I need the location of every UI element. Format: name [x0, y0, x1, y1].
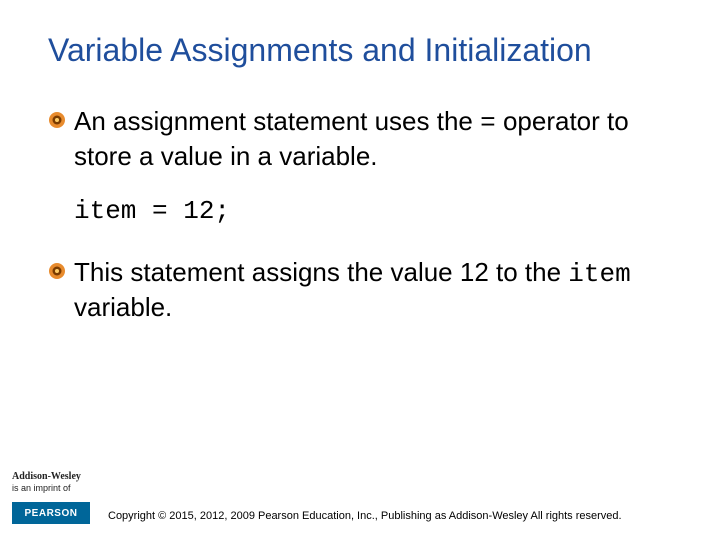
copyright-text: Copyright © 2015, 2012, 2009 Pearson Edu…	[108, 510, 622, 524]
imprint-block: Addison-Wesley is an imprint of	[12, 471, 81, 494]
inline-code: =	[480, 108, 496, 138]
bullet-text-pre: An assignment statement uses the	[74, 106, 480, 136]
bullet-item: An assignment statement uses the = opera…	[48, 105, 672, 172]
pearson-logo: PEARSON	[12, 502, 90, 524]
slide-content: Variable Assignments and Initialization …	[0, 0, 720, 379]
bullet-text: This statement assigns the value 12 to t…	[74, 256, 672, 323]
code-block: item = 12;	[74, 196, 672, 226]
bullet-icon	[48, 111, 66, 129]
bullet-item: This statement assigns the value 12 to t…	[48, 256, 672, 323]
bullet-text: An assignment statement uses the = opera…	[74, 105, 672, 172]
slide-title: Variable Assignments and Initialization	[48, 32, 672, 69]
inline-code: item	[568, 259, 630, 289]
imprint-name: Addison-Wesley	[12, 471, 81, 483]
slide-footer: Addison-Wesley is an imprint of PEARSON …	[0, 471, 720, 524]
imprint-tag: is an imprint of	[12, 483, 81, 494]
bullet-text-post: variable.	[74, 292, 172, 322]
footer-left: Addison-Wesley is an imprint of PEARSON	[12, 471, 104, 524]
bullet-icon	[48, 262, 66, 280]
bullet-text-pre: This statement assigns the value 12 to t…	[74, 257, 568, 287]
